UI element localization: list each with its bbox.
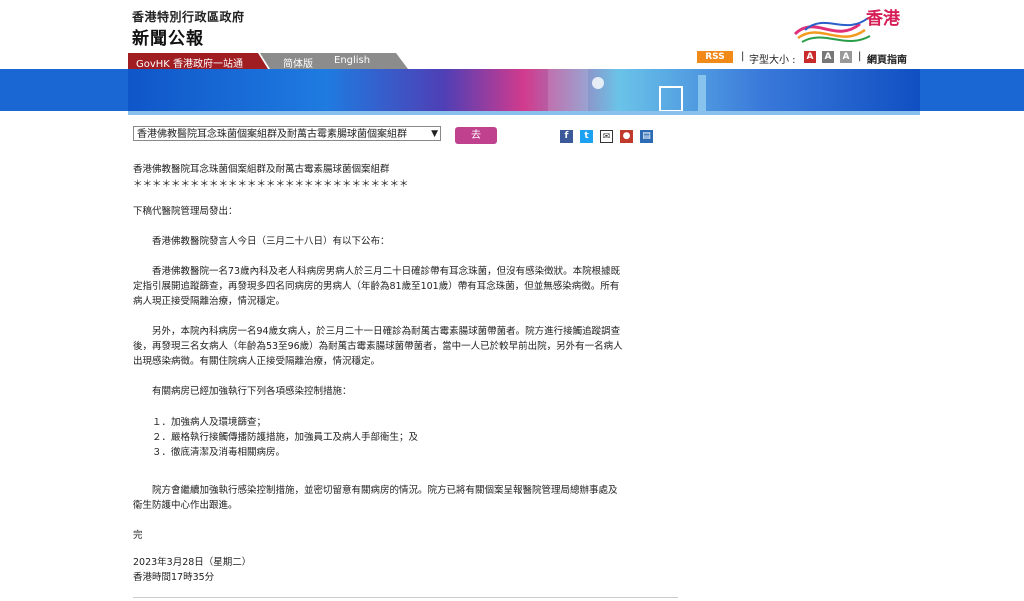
article-paragraph: 後，再發現三名女病人（年齡為53至96歲）為耐萬古霉素腸球菌帶菌者，當中一人已於… bbox=[133, 341, 623, 352]
article-intro: 下稿代醫院管理局發出： bbox=[133, 206, 238, 217]
measure-list-item: １．加強病人及環境篩查； bbox=[133, 417, 267, 428]
font-size-label: 字型大小 : bbox=[749, 55, 796, 66]
article-paragraph: 有關病房已經加強執行下列各項感染控制措施： bbox=[133, 386, 352, 397]
article-paragraph: 另外，本院內科病房一名94歲女病人，於三月二十一日確診為耐萬古霉素腸球菌帶菌者。… bbox=[133, 326, 621, 337]
article-paragraph: 香港佛教醫院發言人今日（三月二十八日）有以下公布： bbox=[133, 236, 390, 247]
simplified-chinese-link[interactable]: 简体版 bbox=[283, 55, 313, 70]
article-stars: ＊＊＊＊＊＊＊＊＊＊＊＊＊＊＊＊＊＊＊＊＊＊＊＊＊＊＊＊＊ bbox=[133, 179, 409, 190]
site-guide-link[interactable]: 網頁指南 bbox=[867, 51, 907, 66]
govhk-link[interactable]: GovHK 香港政府一站通 bbox=[136, 55, 243, 70]
chevron-down-icon: ▼ bbox=[431, 129, 438, 139]
measure-list-item: ３．徹底清潔及消毒相關病房。 bbox=[133, 447, 286, 458]
banner-left bbox=[0, 69, 128, 111]
org-name: 香港特別行政區政府 bbox=[132, 10, 245, 24]
facebook-icon[interactable]: f bbox=[560, 130, 573, 143]
font-medium-button[interactable]: A bbox=[822, 51, 834, 63]
article-paragraph: 院方會繼續加強執行感染控制措施，並密切留意有關病房的情況。院方已將有關個案呈報醫… bbox=[133, 485, 618, 496]
article-select-value: 香港佛教醫院耳念珠菌個案組群及耐萬古霉素腸球菌個案組群 bbox=[137, 129, 407, 140]
go-button[interactable]: 去 bbox=[455, 127, 497, 144]
separator: | bbox=[741, 51, 745, 62]
article-paragraph: 病人現正接受隔離治療，情況穩定。 bbox=[133, 296, 286, 307]
header-banner bbox=[128, 69, 920, 111]
print-icon[interactable]: ▤ bbox=[640, 130, 653, 143]
twitter-icon[interactable]: t bbox=[580, 130, 593, 143]
article-date: 2023年3月28日（星期二） bbox=[133, 557, 252, 568]
logo-text: 香港 bbox=[866, 9, 900, 29]
rss-button[interactable]: RSS bbox=[697, 51, 733, 63]
article-paragraph: 衞生防護中心作出跟進。 bbox=[133, 500, 238, 511]
article-paragraph: 定指引展開追蹤篩查，再發現多四名同病房的男病人（年齡為81歲至101歲）帶有耳念… bbox=[133, 281, 620, 292]
font-small-button[interactable]: A bbox=[804, 51, 816, 63]
banner-right bbox=[920, 69, 1024, 111]
measure-list-item: ２．嚴格執行接觸傳播防護措施，加強員工及病人手部衛生；及 bbox=[133, 432, 419, 443]
article-title: 香港佛教醫院耳念珠菌個案組群及耐萬古霉素腸球菌個案組群 bbox=[133, 164, 390, 175]
article-paragraph: 出現感染病徵。有關住院病人正接受隔離治療，情況穩定。 bbox=[133, 356, 381, 367]
divider bbox=[133, 597, 678, 598]
banner-graphic bbox=[548, 69, 706, 111]
banner-base-stripe bbox=[128, 111, 920, 115]
english-link[interactable]: English bbox=[334, 55, 370, 66]
page-title[interactable]: 新聞公報 bbox=[132, 24, 204, 49]
email-icon[interactable]: ✉ bbox=[600, 130, 613, 143]
weibo-icon[interactable]: ● bbox=[620, 130, 633, 143]
page-header: 香港特別行政區政府 新聞公報 香港 bbox=[0, 0, 1024, 56]
separator: | bbox=[858, 51, 862, 62]
font-large-button[interactable]: A bbox=[840, 51, 852, 63]
article-end: 完 bbox=[133, 530, 143, 541]
article-time: 香港時間17時35分 bbox=[133, 572, 215, 583]
article-select[interactable]: 香港佛教醫院耳念珠菌個案組群及耐萬古霉素腸球菌個案組群 ▼ bbox=[133, 126, 441, 141]
article-paragraph: 香港佛教醫院一名73歲內科及老人科病房男病人於三月二十日確診帶有耳念珠菌，但沒有… bbox=[133, 266, 621, 277]
